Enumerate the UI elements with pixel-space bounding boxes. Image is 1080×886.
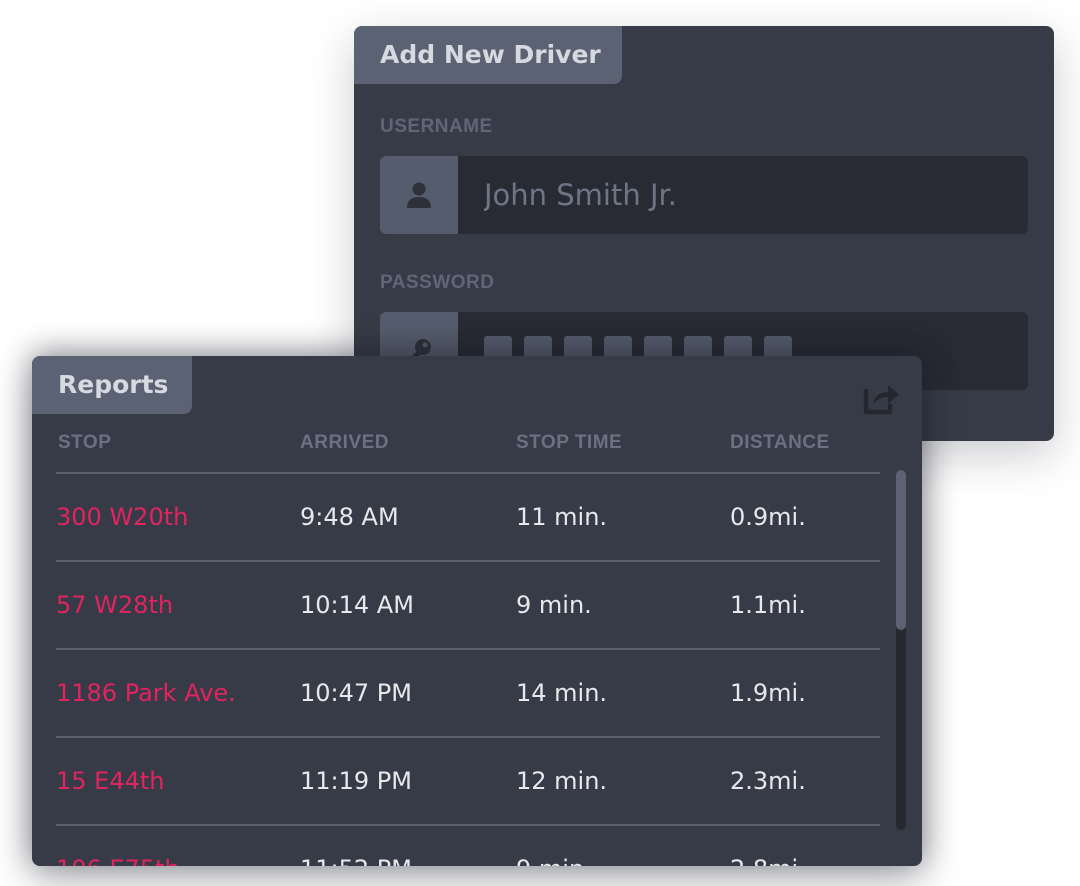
distance: 2.8mi. bbox=[730, 826, 806, 866]
stop-address[interactable]: 106 E75th bbox=[56, 826, 180, 866]
column-header-arrived[interactable]: ARRIVED bbox=[300, 432, 389, 454]
username-field bbox=[380, 156, 1028, 234]
table-row[interactable]: 1186 Park Ave. 10:47 PM 14 min. 1.9mi. bbox=[56, 648, 880, 736]
distance: 1.9mi. bbox=[730, 679, 806, 707]
username-input[interactable] bbox=[458, 156, 1028, 234]
stop-address[interactable]: 57 W28th bbox=[56, 562, 173, 648]
distance: 1.1mi. bbox=[730, 591, 806, 619]
arrived-time: 11:19 PM bbox=[300, 767, 412, 795]
table-row[interactable]: 106 E75th 11:52 PM 9 min. 2.8mi. bbox=[56, 824, 880, 866]
add-driver-title: Add New Driver bbox=[354, 26, 622, 84]
scrollbar-thumb[interactable] bbox=[896, 470, 906, 630]
table-row[interactable]: 300 W20th 9:48 AM 11 min. 0.9mi. bbox=[56, 472, 880, 560]
stop-duration: 11 min. bbox=[516, 503, 608, 531]
table-row[interactable]: 15 E44th 11:19 PM 12 min. 2.3mi. bbox=[56, 736, 880, 824]
column-header-stop-time[interactable]: STOP TIME bbox=[516, 432, 622, 454]
stop-address[interactable]: 300 W20th bbox=[56, 474, 188, 560]
stop-address[interactable]: 15 E44th bbox=[56, 738, 165, 824]
arrived-time: 10:47 PM bbox=[300, 679, 412, 707]
username-label: USERNAME bbox=[380, 116, 493, 137]
stop-duration: 9 min. bbox=[516, 591, 592, 619]
share-export-icon bbox=[863, 381, 901, 419]
stop-duration: 12 min. bbox=[516, 767, 608, 795]
scrollbar-track[interactable] bbox=[896, 470, 906, 830]
reports-card: Reports STOP ARRIVED STOP TIME DISTANCE … bbox=[32, 356, 922, 866]
reports-title: Reports bbox=[32, 356, 192, 414]
column-header-distance[interactable]: DISTANCE bbox=[730, 432, 830, 454]
user-icon bbox=[380, 156, 458, 234]
stop-duration: 14 min. bbox=[516, 679, 608, 707]
stop-duration: 9 min. bbox=[516, 826, 592, 866]
arrived-time: 10:14 AM bbox=[300, 591, 414, 619]
distance: 0.9mi. bbox=[730, 503, 806, 531]
arrived-time: 11:52 PM bbox=[300, 826, 412, 866]
arrived-time: 9:48 AM bbox=[300, 503, 399, 531]
export-button[interactable] bbox=[862, 382, 902, 418]
stop-address[interactable]: 1186 Park Ave. bbox=[56, 650, 236, 736]
distance: 2.3mi. bbox=[730, 767, 806, 795]
reports-table: 300 W20th 9:48 AM 11 min. 0.9mi. 57 W28t… bbox=[56, 472, 880, 866]
table-row[interactable]: 57 W28th 10:14 AM 9 min. 1.1mi. bbox=[56, 560, 880, 648]
password-label: PASSWORD bbox=[380, 272, 495, 293]
column-header-stop[interactable]: STOP bbox=[58, 432, 111, 454]
